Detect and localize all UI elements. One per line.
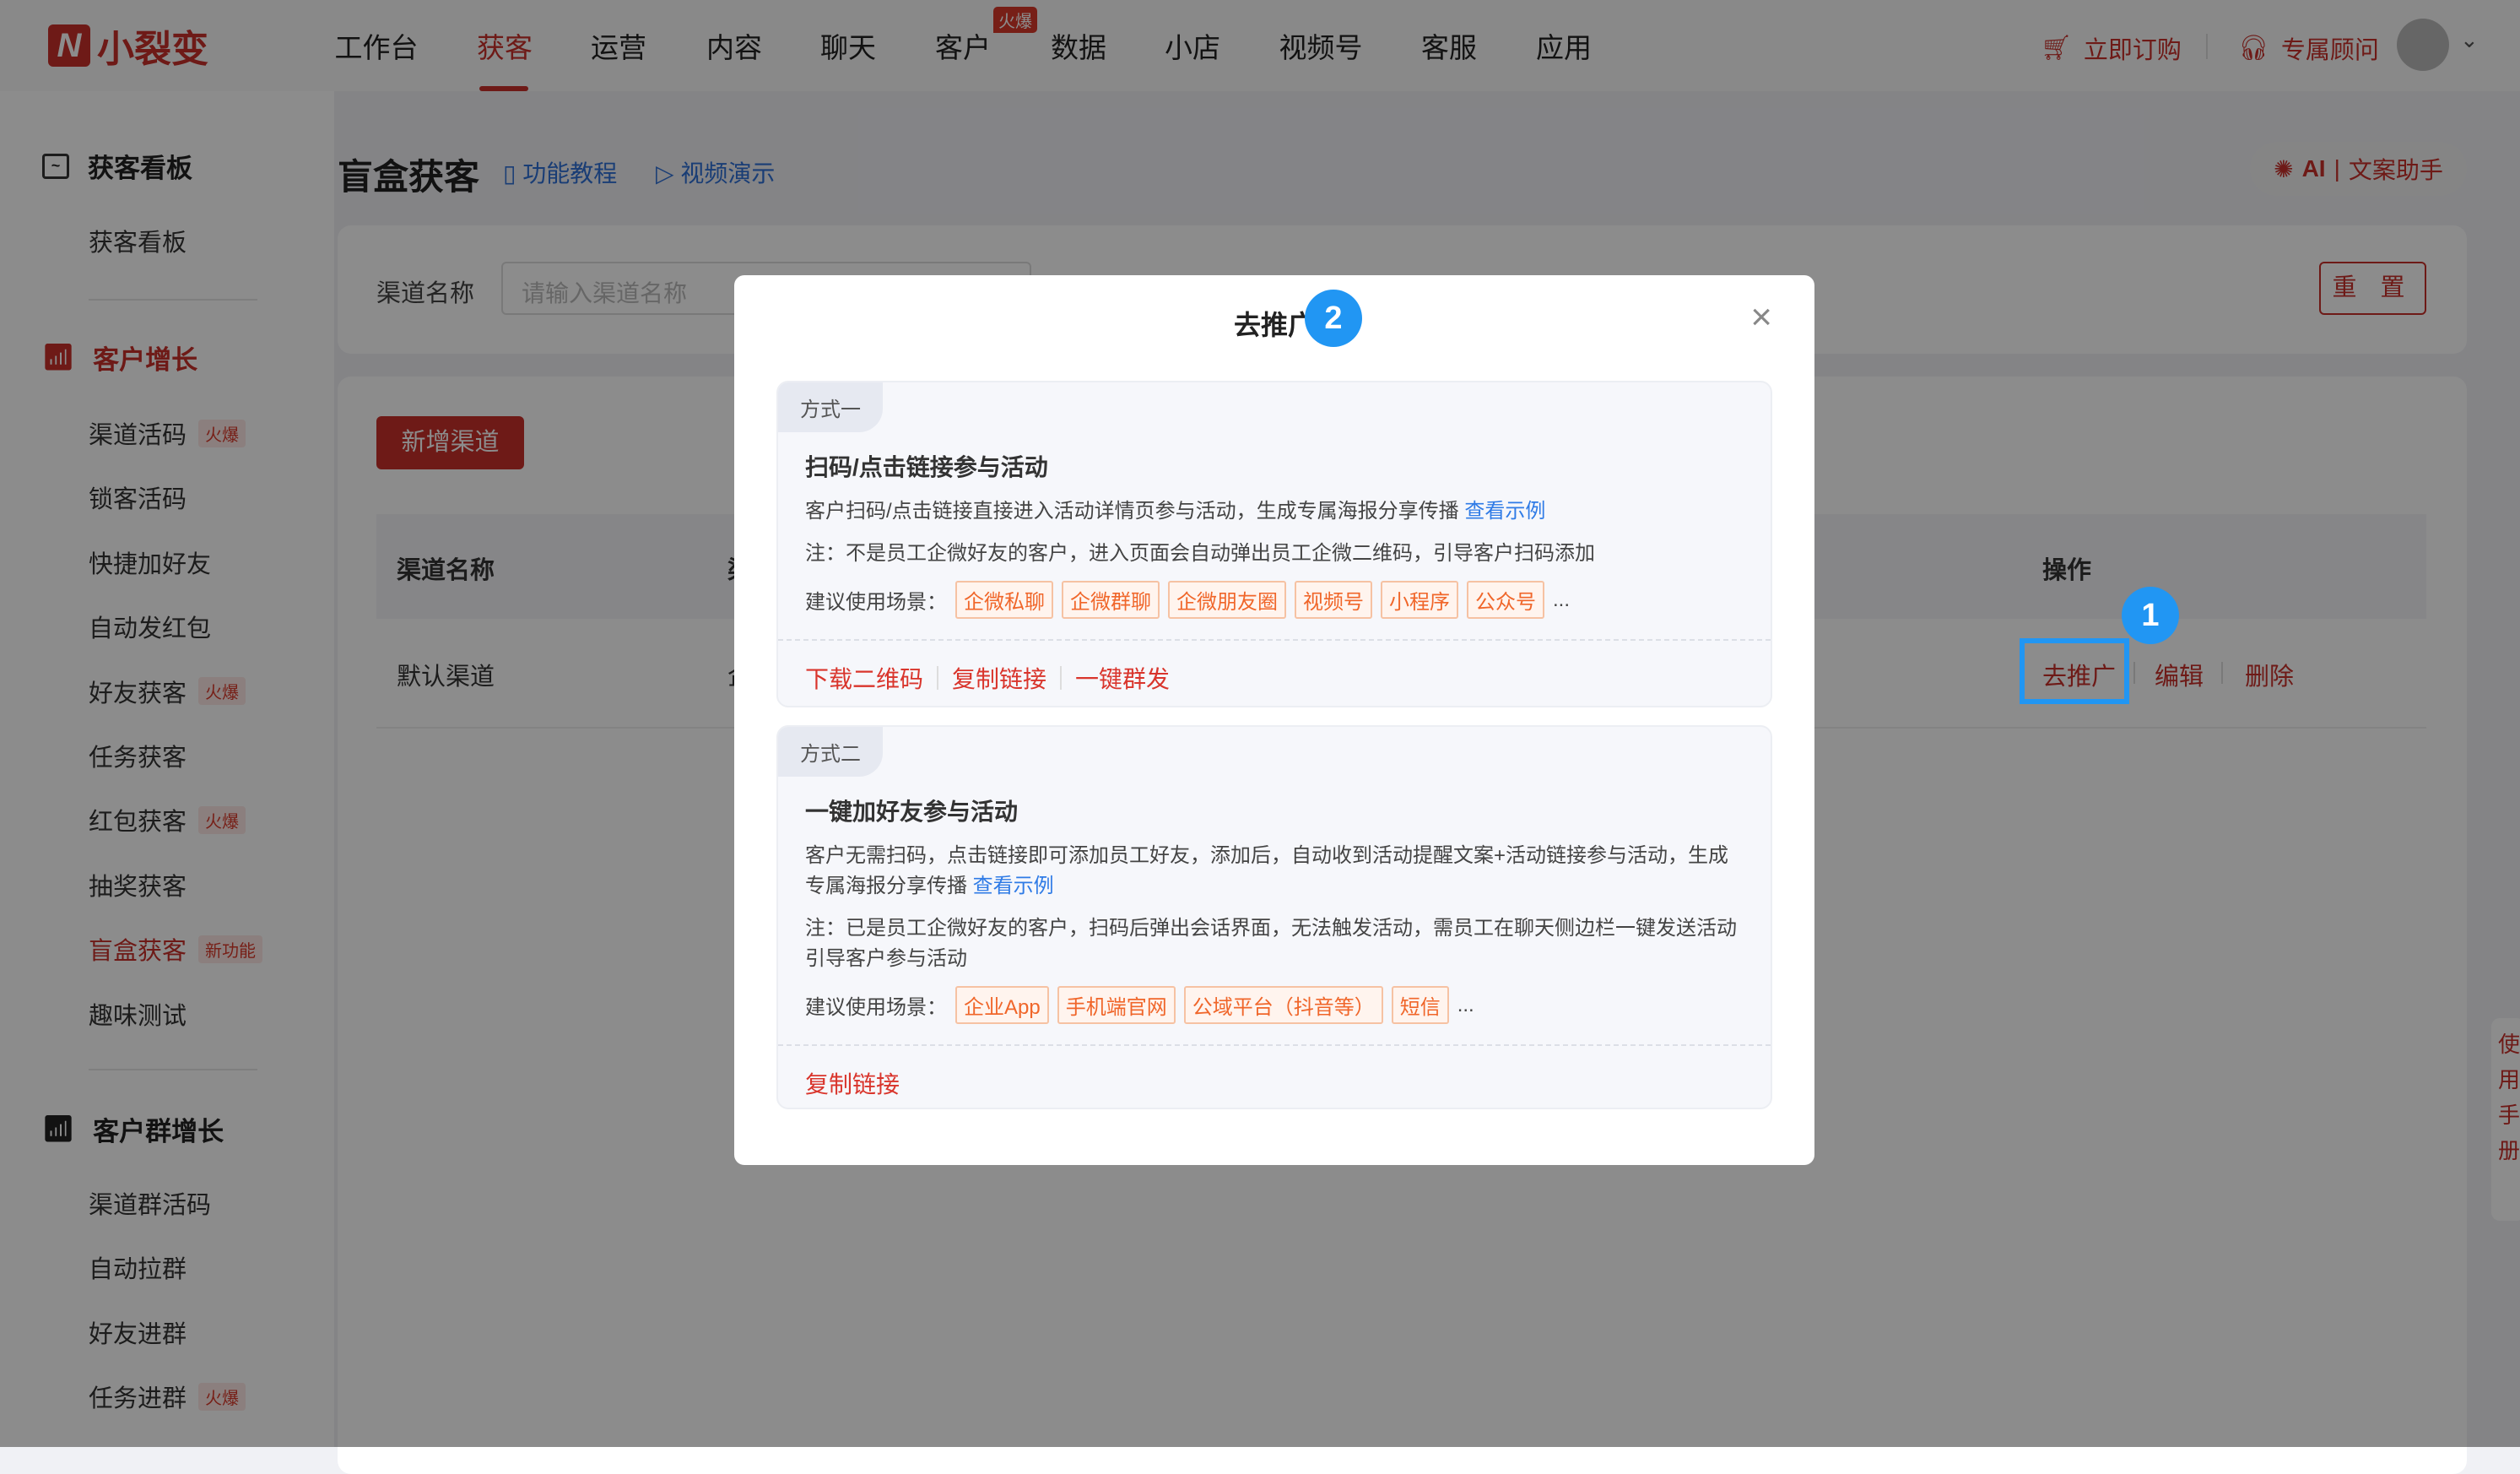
view-example-link[interactable]: 查看示例 [1464, 500, 1545, 523]
highlight-box [2020, 638, 2129, 704]
divider [1060, 666, 1062, 690]
scene-chip: 企业App [955, 986, 1049, 1024]
method-note: 注：已是员工企微好友的客户，扫码后弹出会话界面，无法触发活动，需员工在聊天侧边栏… [805, 913, 1744, 974]
scene-row: 建议使用场景： 企微私聊企微群聊企微朋友圈视频号小程序公众号... [805, 581, 1744, 619]
modal-title: 去推广 [734, 304, 1814, 343]
scene-label: 建议使用场景： [805, 990, 947, 1020]
scene-row: 建议使用场景： 企业App手机端官网公域平台（抖音等）短信... [805, 986, 1744, 1024]
copy-link-button[interactable]: 复制链接 [805, 1066, 900, 1100]
scene-chip: 公域平台（抖音等） [1184, 986, 1383, 1024]
method-heading: 一键加好友参与活动 [805, 794, 1744, 827]
scene-chip: 公众号 [1467, 581, 1544, 619]
method-desc: 客户扫码/点击链接直接进入活动详情页参与活动，生成专属海报分享传播 查看示例 [805, 496, 1744, 527]
method-note: 注：不是员工企微好友的客户，进入页面会自动弹出员工企微二维码，引导客户扫码添加 [805, 539, 1744, 569]
step-badge-2: 2 [1305, 290, 1362, 347]
method-one-card: 方式一 扫码/点击链接参与活动 客户扫码/点击链接直接进入活动详情页参与活动，生… [776, 381, 1772, 707]
method-tag: 方式二 [778, 727, 883, 777]
scene-chip: 企微朋友圈 [1168, 581, 1286, 619]
step-badge-1: 1 [2122, 587, 2179, 644]
scene-chip: 视频号 [1295, 581, 1372, 619]
scene-chip: 手机端官网 [1057, 986, 1176, 1024]
scene-label: 建议使用场景： [805, 585, 947, 615]
copy-link-button[interactable]: 复制链接 [952, 661, 1046, 695]
scene-chip: 企微私聊 [955, 581, 1053, 619]
method-tag: 方式一 [778, 382, 883, 432]
scene-chip: 小程序 [1381, 581, 1458, 619]
desc-text: 客户无需扫码，点击链接即可添加员工好友，添加后，自动收到活动提醒文案+活动链接参… [805, 844, 1728, 897]
more-scenes: ... [1553, 588, 1570, 612]
desc-text: 客户扫码/点击链接直接进入活动详情页参与活动，生成专属海报分享传播 [805, 500, 1459, 523]
scene-chip: 企微群聊 [1062, 581, 1160, 619]
download-qrcode-button[interactable]: 下载二维码 [805, 661, 923, 695]
method-two-card: 方式二 一键加好友参与活动 客户无需扫码，点击链接即可添加员工好友，添加后，自动… [776, 725, 1772, 1109]
view-example-link[interactable]: 查看示例 [973, 875, 1054, 897]
scene-chip: 短信 [1392, 986, 1449, 1024]
promote-modal: 去推广 2 × 方式一 扫码/点击链接参与活动 客户扫码/点击链接直接进入活动详… [734, 275, 1814, 1165]
mass-send-button[interactable]: 一键群发 [1075, 661, 1170, 695]
close-icon[interactable]: × [1750, 299, 1772, 336]
method-desc: 客户无需扫码，点击链接即可添加员工好友，添加后，自动收到活动提醒文案+活动链接参… [805, 841, 1744, 902]
method-heading: 扫码/点击链接参与活动 [805, 449, 1744, 483]
more-scenes: ... [1457, 994, 1474, 1017]
divider [937, 666, 938, 690]
